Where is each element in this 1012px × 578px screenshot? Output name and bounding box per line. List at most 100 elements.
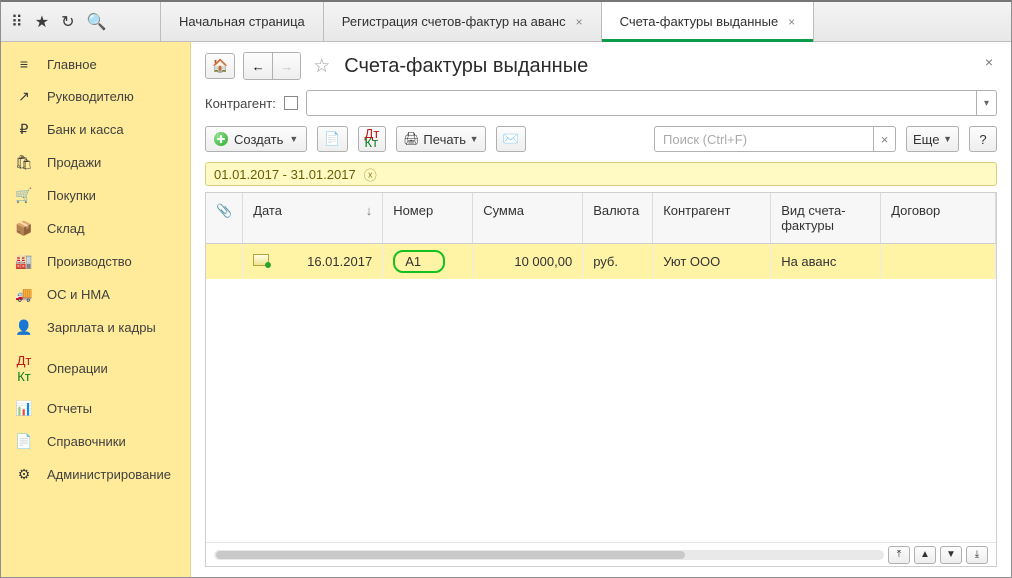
sidebar-item-main[interactable]: ≡ Главное (1, 48, 190, 80)
column-currency[interactable]: Валюта (583, 193, 653, 244)
cell-date: 16.01.2017 (307, 254, 372, 269)
clear-date-filter-icon[interactable]: ⓧ (364, 165, 377, 184)
box-icon: 📦 (15, 220, 33, 237)
column-label: Контрагент (663, 203, 730, 218)
column-label: Номер (393, 203, 433, 218)
create-label: Создать (234, 132, 283, 147)
counterparty-input[interactable] (306, 90, 977, 116)
tab-issued-invoices[interactable]: Счета-фактуры выданные × (602, 2, 815, 41)
sidebar-item-label: Справочники (47, 434, 126, 449)
sidebar-item-label: Зарплата и кадры (47, 320, 156, 335)
sidebar-item-warehouse[interactable]: 📦Склад (1, 212, 190, 245)
close-icon[interactable]: × (576, 15, 583, 29)
tab-label: Начальная страница (179, 14, 305, 29)
sidebar-item-reports[interactable]: 📊 Отчеты (1, 392, 190, 425)
date-chip-label: 01.01.2017 - 31.01.2017 (214, 167, 356, 182)
tab-label: Регистрация счетов-фактур на аванс (342, 14, 566, 29)
doc-icon: 📄 (15, 433, 33, 450)
sidebar-item-label: Главное (47, 57, 97, 72)
counterparty-dropdown-button[interactable]: ▾ (977, 90, 997, 116)
forward-button[interactable]: → (272, 53, 300, 79)
chart-icon: ↗ (15, 88, 33, 105)
find-by-number-button[interactable]: 📄 (317, 126, 347, 152)
close-icon[interactable]: × (788, 15, 795, 29)
column-label: Дата (253, 203, 282, 218)
history-icon[interactable]: ↻ (61, 12, 74, 32)
column-invoice-type[interactable]: Вид счета-фактуры (771, 193, 881, 244)
cell-counterparty: Уют ООО (663, 254, 720, 269)
cell-type: На аванс (781, 254, 836, 269)
sidebar-item-purchases[interactable]: 🛒 Покупки (1, 179, 190, 212)
apps-grid-icon[interactable]: ⠿ (11, 12, 23, 32)
factory-icon: 🏭 (15, 253, 33, 270)
sidebar-item-label: Производство (47, 254, 132, 269)
sidebar-item-admin[interactable]: ⚙Администрирование (1, 458, 190, 491)
sidebar-item-label: Отчеты (47, 401, 92, 416)
sidebar-item-assets[interactable]: 🚚ОС и НМА (1, 278, 190, 311)
sidebar-item-catalogs[interactable]: 📄 Справочники (1, 425, 190, 458)
scroll-down-button[interactable]: ▼ (940, 546, 962, 564)
bag-icon: 🛍 (15, 154, 33, 171)
print-label: Печать (423, 132, 466, 147)
gear-icon: ⚙ (15, 466, 33, 483)
sidebar-item-production[interactable]: 🏭 Производство (1, 245, 190, 278)
chevron-down-icon: ▼ (943, 134, 952, 144)
back-button[interactable]: ← (244, 53, 272, 79)
column-number[interactable]: Номер (383, 193, 473, 244)
chevron-down-icon: ▼ (470, 134, 479, 144)
help-button[interactable]: ? (969, 126, 997, 152)
sidebar-item-operations[interactable]: ДтКт Операции (1, 344, 190, 392)
column-label: Сумма (483, 203, 524, 218)
create-button[interactable]: Создать ▼ (205, 126, 307, 152)
sidebar-item-label: Покупки (47, 188, 96, 203)
favorite-icon[interactable]: ☆ (313, 55, 330, 78)
close-page-icon[interactable]: × (985, 54, 993, 70)
clear-search-icon[interactable]: × (874, 126, 896, 152)
plus-icon (214, 132, 228, 146)
column-contract[interactable]: Договор (881, 193, 996, 244)
home-button[interactable]: 🏠 (205, 53, 235, 79)
tab-home[interactable]: Начальная страница (161, 2, 324, 41)
cell-number: А1 (393, 250, 445, 273)
date-filter-chip[interactable]: 01.01.2017 - 31.01.2017 ⓧ (205, 162, 997, 186)
page-title: Счета-фактуры выданные (344, 55, 588, 78)
sidebar-item-label: Банк и касса (47, 122, 124, 137)
cart-icon: 🛒 (15, 187, 33, 204)
sort-asc-icon: ↓ (366, 203, 373, 218)
sidebar-item-salary[interactable]: 👤Зарплата и кадры (1, 311, 190, 344)
sidebar-item-sales[interactable]: 🛍Продажи (1, 146, 190, 179)
dtkt-button[interactable]: ДтКт (358, 126, 387, 152)
sidebar-item-label: Руководителю (47, 89, 134, 104)
column-counterparty[interactable]: Контрагент (653, 193, 771, 244)
scroll-last-button[interactable]: ⤓ (966, 546, 988, 564)
counterparty-checkbox[interactable] (284, 96, 298, 110)
sidebar-item-label: Операции (47, 361, 108, 376)
star-icon[interactable]: ★ (35, 12, 49, 32)
column-sum[interactable]: Сумма (473, 193, 583, 244)
table-row[interactable]: 16.01.2017 А1 10 000,00 руб. Уют ООО На … (206, 244, 996, 280)
sidebar: ≡Главное ↗Руководителю ₽Банк и касса 🛍Пр… (1, 42, 191, 577)
report-icon: 📊 (15, 400, 33, 417)
sidebar-item-bank[interactable]: ₽Банк и касса (1, 113, 190, 146)
horizontal-scrollbar[interactable] (214, 550, 884, 560)
scroll-up-button[interactable]: ▲ (914, 546, 936, 564)
chevron-down-icon: ▼ (289, 134, 298, 144)
printer-icon: 🖨 (403, 131, 420, 147)
tab-label: Счета-фактуры выданные (620, 14, 779, 29)
cell-currency: руб. (593, 254, 618, 269)
column-attachment[interactable]: 📎 (206, 193, 243, 244)
search-input[interactable] (654, 126, 874, 152)
search-icon[interactable]: 🔍 (86, 12, 106, 32)
tab-advance-registration[interactable]: Регистрация счетов-фактур на аванс × (324, 2, 602, 41)
truck-icon: 🚚 (15, 286, 33, 303)
email-button[interactable]: ✉️ (496, 126, 526, 152)
sidebar-item-manager[interactable]: ↗ Руководителю (1, 80, 190, 113)
more-button[interactable]: Еще ▼ (906, 126, 959, 152)
column-label: Вид счета-фактуры (781, 203, 845, 233)
scroll-first-button[interactable]: ⤒ (888, 546, 910, 564)
print-button[interactable]: 🖨 Печать ▼ (396, 126, 485, 152)
cell-sum: 10 000,00 (514, 254, 572, 269)
dtkt-icon: ДтКт (15, 352, 33, 384)
menu-icon: ≡ (15, 56, 33, 72)
column-date[interactable]: Дата ↓ (243, 193, 383, 244)
